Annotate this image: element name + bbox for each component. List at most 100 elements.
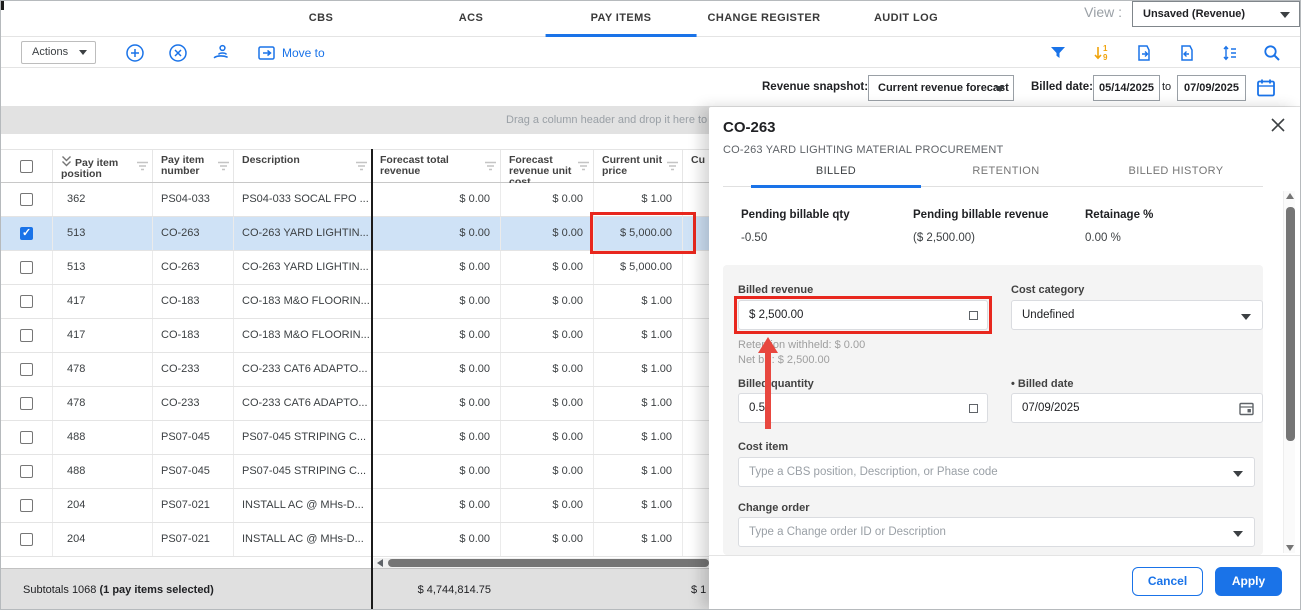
cell-forecast-revenue-unit-cost: $ 0.00	[501, 319, 594, 352]
column-filter-icon	[136, 161, 149, 172]
column-header-description[interactable]: Description	[234, 150, 372, 182]
group-by-hint: Drag a column header and drop it here to…	[506, 106, 720, 134]
cell-current-unit-price: $ 1.00	[594, 285, 683, 318]
tab-acs[interactable]: ACS	[414, 1, 528, 37]
add-circle-icon[interactable]	[124, 42, 146, 64]
scrollbar-thumb[interactable]	[388, 559, 709, 567]
scroll-up-arrow[interactable]	[1286, 193, 1294, 199]
cell-forecast-total-revenue: $ 0.00	[372, 285, 501, 318]
row-settings-icon[interactable]	[1219, 42, 1241, 64]
panel-tabbar: BILLED RETENTION BILLED HISTORY	[723, 165, 1263, 187]
cell-forecast-revenue-unit-cost: $ 0.00	[501, 489, 594, 522]
move-to-icon	[257, 44, 277, 62]
change-order-input[interactable]	[739, 518, 1254, 546]
annotation-highlight-unit-price-cell	[590, 212, 696, 254]
cell-number: PS07-045	[153, 421, 234, 454]
row-checkbox[interactable]	[1, 217, 53, 250]
svg-text:9: 9	[1103, 53, 1108, 62]
billed-date-field[interactable]	[1011, 393, 1263, 423]
chevron-down-icon	[79, 50, 87, 55]
row-checkbox[interactable]	[1, 251, 53, 284]
row-checkbox[interactable]	[1, 523, 53, 556]
select-all-checkbox[interactable]	[1, 150, 53, 182]
cell-forecast-revenue-unit-cost: $ 0.00	[501, 455, 594, 488]
horizontal-scrollbar[interactable]	[374, 558, 709, 568]
cell-description: PS07-045 STRIPING C...	[234, 421, 372, 454]
column-header-pay-item-position[interactable]: Pay item position	[53, 150, 153, 182]
column-header-forecast-revenue-unit-cost[interactable]: Forecast revenue unit cost	[501, 150, 594, 182]
column-header-current-unit-price[interactable]: Current unit price	[594, 150, 683, 182]
apply-button[interactable]: Apply	[1215, 567, 1282, 596]
row-checkbox[interactable]	[1, 421, 53, 454]
cell-number: PS07-021	[153, 523, 234, 556]
scroll-down-arrow[interactable]	[1286, 545, 1294, 551]
cell-position: 204	[53, 489, 153, 522]
stat-pending-billable-revenue-value: ($ 2,500.00)	[913, 232, 975, 244]
row-checkbox[interactable]	[1, 489, 53, 522]
frozen-column-divider[interactable]	[371, 149, 373, 610]
change-order-combobox[interactable]	[738, 517, 1255, 547]
calendar-icon[interactable]	[1254, 76, 1278, 100]
sort-1-9-icon[interactable]: 19	[1090, 42, 1112, 64]
cost-category-value[interactable]	[1012, 301, 1262, 329]
cell-current-unit-price: $ 1.00	[594, 353, 683, 386]
cost-item-combobox[interactable]	[738, 457, 1255, 487]
filter-icon[interactable]	[1047, 42, 1069, 64]
column-header-forecast-total-revenue[interactable]: Forecast total revenue	[372, 150, 501, 182]
cell-number: CO-183	[153, 285, 234, 318]
row-checkbox[interactable]	[1, 319, 53, 352]
revenue-snapshot-select[interactable]: Current revenue forecast	[868, 75, 1014, 101]
view-select[interactable]: Unsaved (Revenue)	[1132, 1, 1300, 27]
cell-position: 478	[53, 387, 153, 420]
import-page-icon[interactable]	[1176, 42, 1198, 64]
billed-date-label: Billed date:	[1031, 69, 1093, 106]
cell-position: 362	[53, 183, 153, 216]
row-checkbox[interactable]	[1, 183, 53, 216]
cell-position: 513	[53, 217, 153, 250]
tab-audit-log[interactable]: AUDIT LOG	[829, 1, 983, 37]
billed-date-from-input[interactable]: 05/14/2025	[1093, 75, 1160, 101]
row-checkbox[interactable]	[1, 353, 53, 386]
cost-item-input[interactable]	[739, 458, 1254, 486]
billed-date-to-input[interactable]: 07/09/2025	[1177, 75, 1246, 101]
panel-tab-billed[interactable]: BILLED	[751, 165, 921, 188]
view-select-value: Unsaved (Revenue)	[1143, 8, 1245, 20]
move-to-label: Move to	[282, 46, 325, 60]
billed-date-input[interactable]	[1012, 394, 1262, 422]
chevron-down-icon	[1241, 314, 1251, 320]
calendar-icon[interactable]	[1238, 400, 1255, 420]
chevron-down-icon	[995, 86, 1005, 92]
remove-circle-icon[interactable]	[167, 42, 189, 64]
column-header-pay-item-number[interactable]: Pay item number	[153, 150, 234, 182]
subtotal-forecast-total-revenue: $ 4,744,814.75	[373, 569, 501, 610]
vertical-scrollbar[interactable]	[1283, 191, 1295, 553]
field-toggle-icon[interactable]	[969, 404, 978, 413]
panel-subtitle: CO-263 YARD LIGHTING MATERIAL PROCUREMEN…	[723, 144, 1003, 156]
panel-tab-retention[interactable]: RETENTION	[921, 165, 1091, 187]
scrollbar-thumb[interactable]	[1286, 207, 1295, 441]
scroll-left-arrow[interactable]	[377, 559, 383, 567]
stat-pending-billable-qty-value: -0.50	[741, 232, 767, 244]
row-checkbox[interactable]	[1, 387, 53, 420]
assign-resource-icon[interactable]	[210, 42, 232, 64]
row-checkbox[interactable]	[1, 285, 53, 318]
row-checkbox[interactable]	[1, 455, 53, 488]
billed-quantity-field[interactable]	[738, 393, 988, 423]
move-to-button[interactable]: Move to	[257, 42, 325, 64]
stat-pending-billable-qty-label: Pending billable qty	[741, 209, 850, 221]
revenue-snapshot-label: Revenue snapshot:	[762, 69, 868, 106]
cell-number: PS07-021	[153, 489, 234, 522]
panel-tab-billed-history[interactable]: BILLED HISTORY	[1091, 165, 1261, 187]
search-icon[interactable]	[1261, 42, 1283, 64]
billed-quantity-input[interactable]	[739, 394, 987, 422]
tab-cbs[interactable]: CBS	[264, 1, 378, 37]
cell-current-unit-price: $ 1.00	[594, 455, 683, 488]
cancel-button[interactable]: Cancel	[1132, 567, 1203, 596]
export-page-icon[interactable]	[1133, 42, 1155, 64]
cell-number: CO-233	[153, 353, 234, 386]
cell-number: PS04-033	[153, 183, 234, 216]
cost-category-select[interactable]	[1011, 300, 1263, 330]
cost-item-label: Cost item	[738, 441, 788, 453]
actions-button[interactable]: Actions	[21, 41, 96, 64]
close-icon[interactable]	[1268, 115, 1288, 135]
